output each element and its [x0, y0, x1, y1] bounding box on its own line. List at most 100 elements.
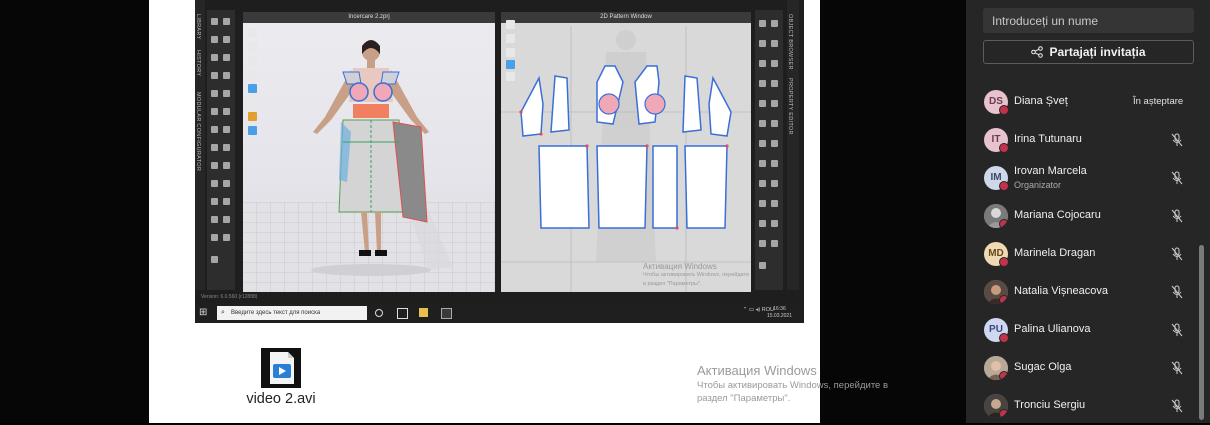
- name-search-input[interactable]: [983, 8, 1194, 33]
- taskbar-search: ⌕ Введите здесь текст для поиска: [217, 306, 367, 320]
- participant-row[interactable]: IT Irina Tutunaru: [966, 121, 1196, 159]
- taskbar-clock: 16:36 15.03.2021: [766, 306, 792, 319]
- cortana-icon: [375, 309, 383, 317]
- right-label-strip: OBJECT BROWSER PROPERTY EDITOR: [787, 0, 799, 290]
- tool-icon: [211, 18, 218, 25]
- participant-role: Organizator: [1014, 180, 1062, 190]
- tool-icon: [771, 60, 778, 67]
- tool-icon: [771, 240, 778, 247]
- tool-icon: [771, 100, 778, 107]
- tool-icon: [223, 234, 230, 241]
- participant-row[interactable]: Natalia Vișneacova: [966, 273, 1196, 311]
- 2d-pattern-window: 2D Pattern Window Активация Windows Чтоб…: [501, 12, 751, 292]
- tool-icon: [759, 80, 766, 87]
- mic-off-icon[interactable]: [1169, 360, 1185, 376]
- tool-icon: [223, 72, 230, 79]
- tool-icon: [771, 40, 778, 47]
- participant-name: Palina Ulianova: [1014, 323, 1091, 335]
- tool-icon: [223, 54, 230, 61]
- 3d-garment-window: Incercare 2.zprj: [243, 12, 495, 292]
- windows-start-icon: ⊞: [199, 307, 208, 318]
- participant-row[interactable]: IM Irovan Marcela Organizator: [966, 159, 1196, 197]
- tool-icon: [759, 120, 766, 127]
- participant-row[interactable]: Mariana Cojocaru: [966, 197, 1196, 235]
- tool-icon: [211, 162, 218, 169]
- tool-icon: [211, 234, 218, 241]
- avatar: DS: [984, 90, 1009, 115]
- file-explorer-icon: [419, 308, 428, 317]
- participant-name: Marinela Dragan: [1014, 247, 1096, 259]
- presentation-slide: LIBRARY HISTORY MODULAR CONFIGURATOR Inc…: [149, 0, 820, 423]
- participants-panel: Partajați invitația DS Diana Șveț În așt…: [966, 0, 1210, 423]
- windows-activation-watermark: Активация Windows Чтобы активировать Win…: [697, 363, 889, 404]
- task-view-icon: [397, 308, 408, 319]
- video-file[interactable]: video 2.avi: [241, 348, 321, 407]
- tool-icon: [223, 90, 230, 97]
- participant-row[interactable]: MD Marinela Dragan: [966, 235, 1196, 273]
- tool-icon: [211, 198, 218, 205]
- right-toolbox: [755, 10, 783, 290]
- tool-icon: [759, 100, 766, 107]
- left-toolbox: [207, 10, 235, 290]
- tool-icon: [223, 126, 230, 133]
- avatar: [984, 356, 1008, 380]
- avatar: IM: [984, 166, 1009, 191]
- avatar: [984, 394, 1008, 418]
- participant-row[interactable]: Sugac Olga: [966, 349, 1196, 387]
- tool-icon: [759, 140, 766, 147]
- mic-off-icon[interactable]: [1169, 246, 1185, 262]
- object-browser-label: OBJECT BROWSER: [787, 14, 793, 70]
- participant-row[interactable]: DS Diana Șveț În așteptare: [966, 83, 1196, 121]
- tool-icon: [223, 108, 230, 115]
- mic-off-icon[interactable]: [1169, 208, 1185, 224]
- mic-off-icon[interactable]: [1169, 398, 1185, 414]
- tool-icon: [771, 220, 778, 227]
- participant-row[interactable]: PU Palina Ulianova: [966, 311, 1196, 349]
- tool-icon: [223, 162, 230, 169]
- share-icon: [1031, 46, 1044, 58]
- pattern-pieces: [501, 26, 751, 292]
- tool-icon: [223, 198, 230, 205]
- share-invite-button[interactable]: Partajați invitația: [983, 40, 1194, 64]
- tool-icon: [759, 180, 766, 187]
- participant-name: Tronciu Sergiu: [1014, 399, 1086, 411]
- avatar: MD: [984, 242, 1009, 267]
- avatar: IT: [984, 128, 1009, 153]
- tool-icon: [771, 20, 778, 27]
- file-label: video 2.avi: [246, 391, 316, 407]
- tool-icon: [211, 90, 218, 97]
- tool-icon: [211, 36, 218, 43]
- avatar: [984, 280, 1008, 304]
- tool-icon: [211, 180, 218, 187]
- participant-name: Irovan Marcela: [1014, 165, 1087, 177]
- tool-icon: [759, 200, 766, 207]
- mic-off-icon[interactable]: [1169, 284, 1185, 300]
- panel-scrollbar[interactable]: [1199, 245, 1204, 420]
- tool-icon: [223, 144, 230, 151]
- tool-icon: [211, 126, 218, 133]
- windows-activation-ghost: Активация Windows Чтобы активировать Win…: [643, 262, 750, 287]
- participant-status: În așteptare: [1133, 96, 1184, 107]
- tool-icon: [759, 60, 766, 67]
- avatar: [984, 204, 1008, 228]
- tool-icon: [211, 72, 218, 79]
- tool-icon: [211, 108, 218, 115]
- tool-icon: [771, 200, 778, 207]
- mic-off-icon[interactable]: [1169, 322, 1185, 338]
- mic-off-icon[interactable]: [1169, 132, 1185, 148]
- participant-name: Sugac Olga: [1014, 361, 1072, 373]
- participant-row[interactable]: Tronciu Sergiu: [966, 387, 1196, 425]
- participant-name: Irina Tutunaru: [1014, 133, 1082, 145]
- tool-icon: [759, 240, 766, 247]
- video-file-icon: [261, 348, 301, 388]
- tool-icon: [211, 144, 218, 151]
- participant-name: Diana Șveț: [1014, 95, 1068, 107]
- tool-icon: [223, 18, 230, 25]
- 3d-avatar-figure: [311, 40, 453, 276]
- tool-icon: [211, 216, 218, 223]
- library-label: LIBRARY: [195, 14, 201, 40]
- tool-icon: [223, 180, 230, 187]
- history-label: HISTORY: [195, 50, 201, 77]
- mic-off-icon[interactable]: [1169, 170, 1185, 186]
- embedded-app-screenshot: LIBRARY HISTORY MODULAR CONFIGURATOR Inc…: [195, 0, 804, 323]
